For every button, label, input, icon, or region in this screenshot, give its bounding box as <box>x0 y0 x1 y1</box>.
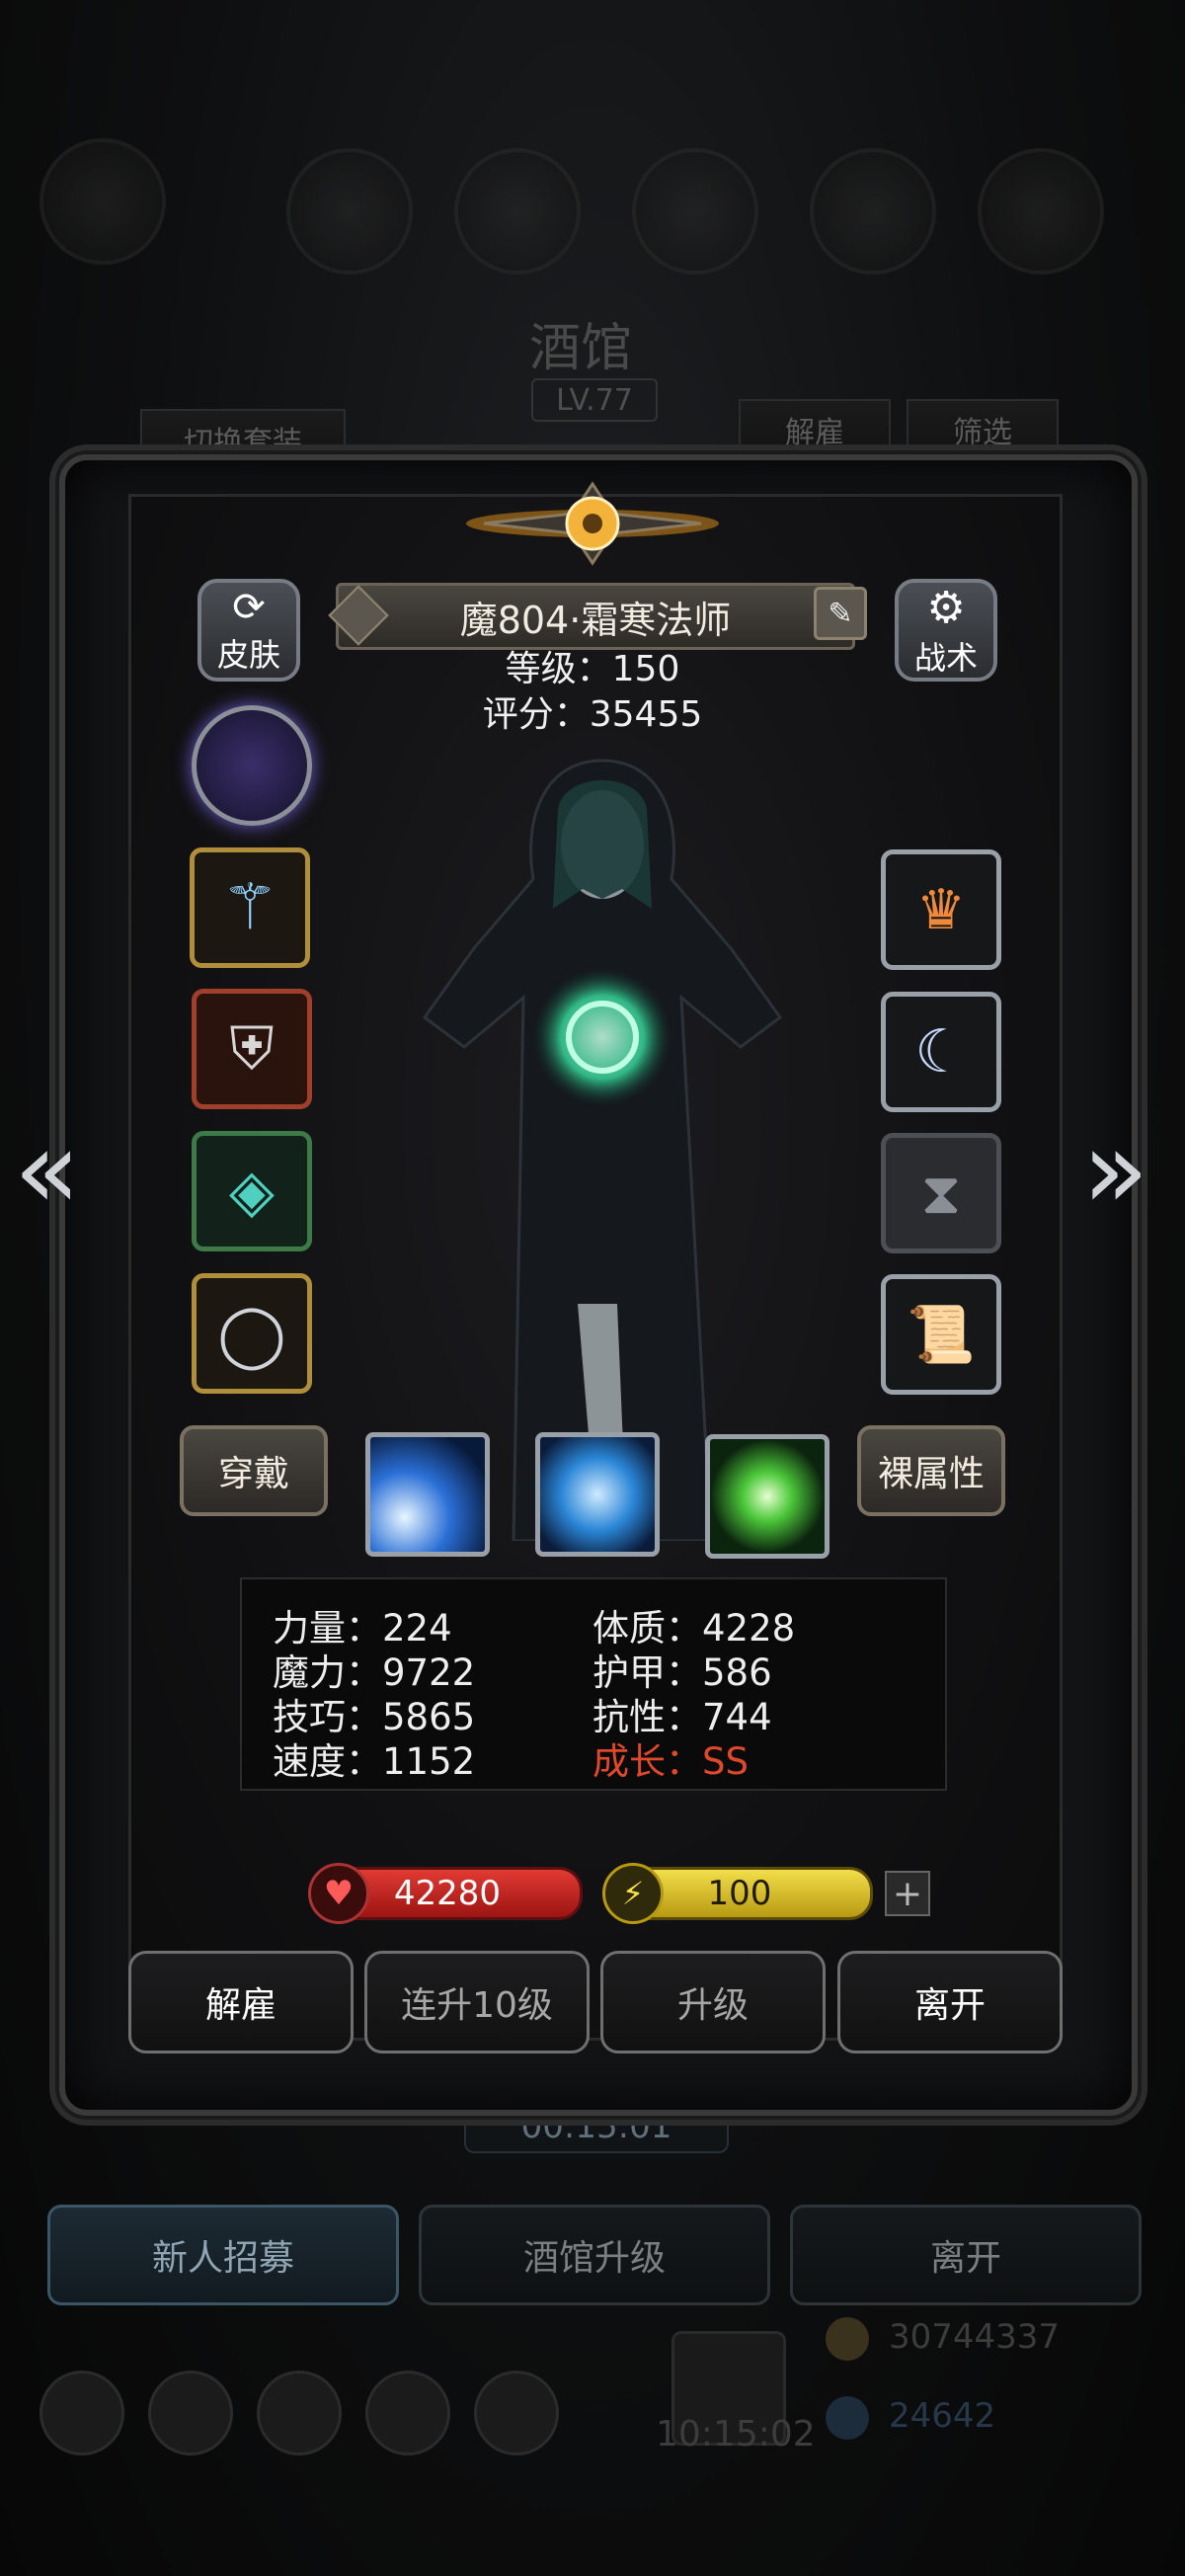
staff-icon: ⚚ <box>221 871 278 944</box>
leave-tavern-button[interactable]: 离开 <box>790 2205 1142 2305</box>
nav-icon[interactable] <box>257 2371 342 2455</box>
dismiss-hero-button[interactable]: 解雇 <box>128 1951 354 2053</box>
stat-speed: 速度：1152 <box>273 1740 476 1783</box>
nav-icon[interactable] <box>474 2371 559 2455</box>
clock-text: 10:15:02 <box>656 2414 816 2455</box>
avatar-icon <box>40 138 166 265</box>
stat-growth: 成长：SS <box>592 1740 749 1783</box>
gold-coin-icon <box>826 2317 869 2361</box>
frost-vortex-skill-icon[interactable] <box>535 1432 660 1557</box>
crown-icon: ♛ <box>915 877 967 942</box>
crest-emblem-icon <box>466 481 719 566</box>
armor-slot[interactable]: ⛨ <box>192 989 312 1109</box>
hero-score: 评分：35455 <box>482 694 703 735</box>
nav-icon[interactable] <box>148 2371 233 2455</box>
skin-button[interactable]: ⟳ 皮肤 <box>198 579 300 682</box>
menu-circle-icon <box>978 148 1104 275</box>
lightning-icon: ⚡ <box>602 1863 664 1924</box>
tavern-title: 酒馆 <box>529 319 633 378</box>
hp-value: 42280 <box>393 1874 502 1913</box>
gold-amount: 30744337 <box>889 2317 1061 2357</box>
menu-circle-icon <box>810 148 936 275</box>
hourglass-icon: ⧗ <box>920 1159 962 1227</box>
ring-icon: ◯ <box>217 1297 286 1370</box>
ice-bolt-skill-icon[interactable] <box>365 1432 490 1557</box>
tactics-label: 战术 <box>913 638 978 677</box>
hero-name: 魔804·霜寒法师 <box>459 598 732 642</box>
ring-slot[interactable]: ◯ <box>192 1273 312 1394</box>
close-dialog-button[interactable]: 离开 <box>837 1951 1063 2053</box>
edit-name-icon[interactable]: ✎ <box>814 587 867 640</box>
moon-relic-slot[interactable]: ☾ <box>881 992 1001 1112</box>
empty-slot[interactable]: ⧗ <box>881 1133 1001 1253</box>
level-up-10-button[interactable]: 连升10级 <box>364 1951 590 2053</box>
gem-icon <box>826 2396 869 2440</box>
tavern-upgrade-button[interactable]: 酒馆升级 <box>419 2205 770 2305</box>
hero-level: 等级：150 <box>505 649 680 689</box>
level-up-button[interactable]: 升级 <box>600 1951 826 2053</box>
menu-circle-icon <box>632 148 758 275</box>
hero-portrait <box>422 759 783 1541</box>
crown-slot[interactable]: ♛ <box>881 849 1001 970</box>
class-emblem-icon[interactable] <box>192 705 312 826</box>
tactics-button[interactable]: ⚙ 战术 <box>895 579 997 682</box>
weapon-slot[interactable]: ⚚ <box>190 847 310 968</box>
skin-label: 皮肤 <box>216 636 280 674</box>
add-energy-button[interactable]: + <box>885 1871 930 1916</box>
tavern-level: LV.77 <box>531 378 658 422</box>
nav-icon[interactable] <box>365 2371 450 2455</box>
necklace-slot[interactable]: ◈ <box>192 1131 312 1251</box>
bare-attributes-button[interactable]: 裸属性 <box>857 1425 1005 1516</box>
nature-crystal-skill-icon[interactable] <box>705 1434 830 1559</box>
wear-button[interactable]: 穿戴 <box>180 1425 328 1516</box>
amulet-icon: ◈ <box>228 1157 276 1226</box>
filter-tab[interactable]: 筛选 <box>907 399 1059 460</box>
nav-icon[interactable] <box>40 2371 124 2455</box>
crescent-moon-icon: ☾ <box>914 1017 968 1087</box>
energy-value: 100 <box>707 1874 772 1913</box>
heart-icon: ♥ <box>308 1863 369 1924</box>
gear-icon: ⚙ <box>926 582 966 633</box>
next-hero-arrow-icon[interactable]: » <box>1082 1106 1148 1233</box>
new-recruit-button[interactable]: 新人招募 <box>47 2205 399 2305</box>
scroll-icon: 📜 <box>907 1303 976 1367</box>
menu-circle-icon <box>286 148 413 275</box>
menu-circle-icon <box>454 148 581 275</box>
prev-hero-arrow-icon[interactable]: « <box>14 1106 80 1233</box>
scroll-slot[interactable]: 📜 <box>881 1274 1001 1395</box>
armor-icon: ⛨ <box>229 1014 275 1084</box>
refresh-icon: ⟳ <box>232 585 266 630</box>
gem-amount: 24642 <box>889 2396 996 2436</box>
dismiss-tab[interactable]: 解雇 <box>739 399 891 460</box>
